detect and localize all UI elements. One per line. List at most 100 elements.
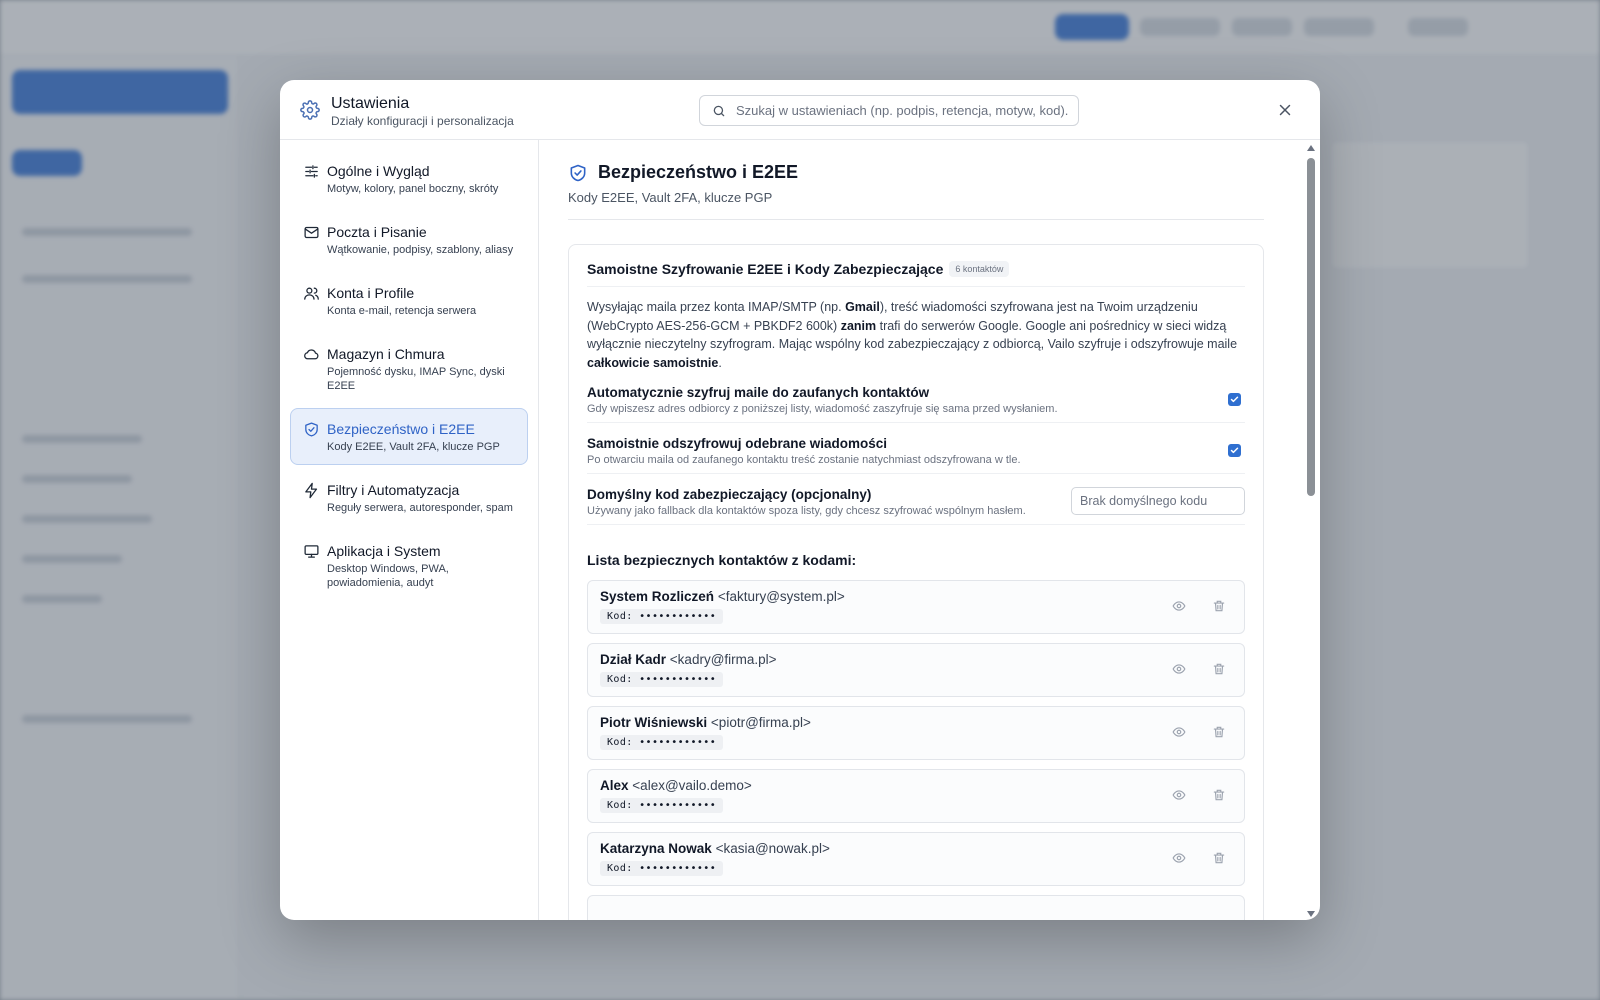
cloud-icon [303,346,320,363]
show-code-button[interactable] [1170,849,1188,867]
trash-icon [1213,726,1225,738]
contact-code: Kod: •••••••••••• [600,609,724,624]
nav-item-storage[interactable]: Magazyn i Chmura Pojemność dysku, IMAP S… [290,333,528,404]
show-code-button[interactable] [1170,660,1188,678]
desc-text: . [718,355,722,370]
contact-email: <kasia@nowak.pl> [715,841,830,856]
eye-icon [1172,790,1186,800]
scroll-down-arrow[interactable] [1307,911,1315,917]
contact-item: Piotr Wiśniewski <piotr@firma.pl> Kod: •… [587,706,1245,760]
contacts-list-title: Lista bezpiecznych kontaktów z kodami: [587,552,857,568]
scrollbar-thumb[interactable] [1307,158,1315,496]
trash-icon [1213,789,1225,801]
nav-item-security[interactable]: Bezpieczeństwo i E2EE Kody E2EE, Vault 2… [290,408,528,465]
eye-icon [1172,727,1186,737]
contact-code: Kod: •••••••••••• [600,672,724,687]
eye-icon [1172,601,1186,611]
trash-icon [1213,852,1225,864]
nav-item-title: Poczta i Pisanie [327,224,427,240]
contact-item: System Rozliczeń <faktury@system.pl> Kod… [587,580,1245,634]
nav-item-desc: Pojemność dysku, IMAP Sync, dyski E2EE [327,366,505,392]
monitor-icon [303,543,320,560]
nav-item-desc: Kody E2EE, Vault 2FA, klucze PGP [327,441,500,453]
nav-item-mail[interactable]: Poczta i Pisanie Wątkowanie, podpisy, sz… [290,211,528,268]
search-icon [713,105,725,116]
close-button[interactable] [1274,99,1296,121]
settings-nav: Ogólne i Wygląd Motyw, kolory, panel boc… [280,140,539,920]
contacts-count-badge: 6 kontaktów [949,261,1010,277]
nav-item-title: Magazyn i Chmura [327,346,445,362]
check-icon [1230,447,1239,454]
option-auto-decrypt: Samoistnie odszyfrowuj odebrane wiadomoś… [587,423,1245,474]
e2ee-card: Samoistne Szyfrowanie E2EE i Kody Zabezp… [568,244,1264,920]
modal-header: Ustawienia Działy konfiguracji i persona… [280,80,1320,140]
settings-search[interactable] [699,95,1079,126]
modal-subtitle: Działy konfiguracji i personalizacja [331,114,514,128]
nav-item-title: Aplikacja i System [327,543,441,559]
nav-item-title: Filtry i Automatyzacja [327,482,460,498]
contact-name: Alex [600,778,629,793]
delete-contact-button[interactable] [1210,597,1228,615]
contact-code: Kod: •••••••••••• [600,861,724,876]
nav-item-filters[interactable]: Filtry i Automatyzacja Reguły serwera, a… [290,469,528,526]
eye-icon [1172,853,1186,863]
section-header: Bezpieczeństwo i E2EE [568,162,1264,183]
shield-icon [570,164,586,181]
default-code-input[interactable] [1071,487,1245,515]
check-icon [1230,396,1239,403]
delete-contact-button[interactable] [1210,723,1228,741]
nav-item-title: Konta i Profile [327,285,415,301]
settings-content: Bezpieczeństwo i E2EE Kody E2EE, Vault 2… [540,140,1304,920]
desc-bold: całkowicie samoistnie [587,355,719,370]
show-code-button[interactable] [1170,786,1188,804]
nav-item-desc: Reguły serwera, autoresponder, spam [327,502,513,514]
contact-item: Dział Kadr <kadry@firma.pl> Kod: •••••••… [587,643,1245,697]
eye-icon [1172,664,1186,674]
nav-item-title: Ogólne i Wygląd [327,163,430,179]
contact-email: <piotr@firma.pl> [710,715,811,730]
scroll-up-arrow[interactable] [1307,145,1315,151]
auto-encrypt-checkbox[interactable] [1228,393,1241,406]
contact-name: Katarzyna Nowak [600,841,712,856]
contact-item [587,895,1245,920]
content-scrollbar[interactable] [1304,142,1318,920]
nav-item-general[interactable]: Ogólne i Wygląd Motyw, kolory, panel boc… [290,150,528,207]
nav-item-desc: Konta e-mail, retencja serwera [327,305,477,317]
gear-icon [300,100,320,120]
nav-item-desc: Motyw, kolory, panel boczny, skróty [327,183,499,195]
option-desc: Po otwarciu maila od zaufanego kontaktu … [587,454,1021,466]
option-default-code: Domyślny kod zabezpieczający (opcjonalny… [587,474,1245,525]
desc-text: Wysyłając maila przez konta IMAP/SMTP (n… [587,300,846,314]
settings-modal: Ustawienia Działy konfiguracji i persona… [280,80,1320,920]
card-title: Samoistne Szyfrowanie E2EE i Kody Zabezp… [587,261,1245,287]
nav-item-accounts[interactable]: Konta i Profile Konta e-mail, retencja s… [290,272,528,329]
section-title: Bezpieczeństwo i E2EE [598,162,799,182]
option-title: Samoistnie odszyfrowuj odebrane wiadomoś… [587,436,888,451]
contact-name: Piotr Wiśniewski [600,715,708,730]
show-code-button[interactable] [1170,723,1188,741]
modal-title: Ustawienia [331,95,410,112]
show-code-button[interactable] [1170,597,1188,615]
desc-bold: zanim [840,318,877,333]
search-input[interactable] [736,103,1076,118]
desc-bold: Gmail [845,300,880,314]
option-desc: Gdy wpiszesz adres odbiorcy z poniższej … [587,403,1058,415]
delete-contact-button[interactable] [1210,786,1228,804]
section-subtitle: Kody E2EE, Vault 2FA, klucze PGP [568,190,1264,220]
trash-icon [1213,663,1225,675]
nav-item-system[interactable]: Aplikacja i System Desktop Windows, PWA,… [290,530,528,601]
delete-contact-button[interactable] [1210,660,1228,678]
contact-code: Kod: •••••••••••• [600,735,724,750]
sliders-icon [303,163,320,180]
nav-item-desc: Wątkowanie, podpisy, szablony, aliasy [327,244,514,256]
contact-email: <alex@vailo.demo> [632,778,752,793]
contact-item: Alex <alex@vailo.demo> Kod: •••••••••••• [587,769,1245,823]
auto-decrypt-checkbox[interactable] [1228,444,1241,457]
contact-item: Katarzyna Nowak <kasia@nowak.pl> Kod: ••… [587,832,1245,886]
card-title-text: Samoistne Szyfrowanie E2EE i Kody Zabezp… [587,261,944,277]
trash-icon [1213,600,1225,612]
users-icon [303,285,320,302]
contact-name: System Rozliczeń [600,589,715,604]
delete-contact-button[interactable] [1210,849,1228,867]
nav-item-desc: Desktop Windows, PWA, powiadomienia, aud… [327,563,449,589]
